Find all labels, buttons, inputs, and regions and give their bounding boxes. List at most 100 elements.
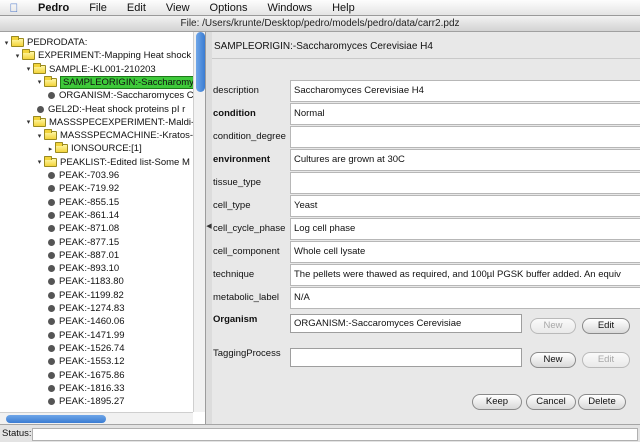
leaf-node-icon <box>48 291 55 299</box>
detail-pane: SAMPLEORIGIN:-Saccharomyces Cerevisiae H… <box>212 32 640 424</box>
tree-vertical-scrollbar[interactable] <box>193 32 205 412</box>
leaf-node-icon <box>48 211 55 219</box>
tree-node-leaf[interactable]: PEAK:-703.96 <box>46 169 119 182</box>
tree-node-folder[interactable]: ▾ MASSSPECEXPERIMENT:-Maldi-T <box>24 115 200 129</box>
tree-node-leaf[interactable]: PEAK:-719.92 <box>46 182 119 195</box>
tree-node-folder[interactable]: ▾ PEDRODATA: <box>2 36 87 49</box>
tree-node-folder[interactable]: ▾ MASSSPECMACHINE:-Kratos- <box>35 129 193 142</box>
tree-node-leaf[interactable]: PEAK:-871.08 <box>46 222 119 235</box>
menu-windows[interactable]: Windows <box>257 0 322 16</box>
tagging-process-field[interactable] <box>290 348 522 367</box>
tree-node-label: PEAK:-871.08 <box>59 223 120 235</box>
tree-node-leaf[interactable]: PEAK:-1199.82 <box>46 289 124 302</box>
cell-component-field[interactable]: Whole cell lysate <box>290 241 640 263</box>
tree-node-leaf[interactable]: PEAK:-1460.06 <box>46 315 125 328</box>
delete-button[interactable]: Delete <box>578 394 626 410</box>
cancel-button[interactable]: Cancel <box>526 394 576 410</box>
collapsed-arrow-icon[interactable]: ▸ <box>46 145 55 153</box>
organism-edit-button[interactable]: Edit <box>582 318 630 334</box>
folder-icon <box>44 75 57 87</box>
field-label-condition-degree: condition_degree <box>213 131 286 142</box>
menu-help[interactable]: Help <box>322 0 365 16</box>
field-label-organism: Organism <box>213 314 258 325</box>
tree-horizontal-scrollbar[interactable] <box>0 412 193 424</box>
folder-icon <box>44 155 57 167</box>
tree-node-label: PEAK:-1816.33 <box>59 382 125 394</box>
tree-node-leaf[interactable]: ORGANISM:-Saccharomyces Ce <box>46 89 199 102</box>
expanded-arrow-icon[interactable]: ▾ <box>35 132 44 140</box>
cell-cycle-phase-field[interactable]: Log cell phase <box>290 218 640 240</box>
title-divider <box>212 58 640 59</box>
description-field[interactable]: Saccharomyces Cerevisiae H4 <box>290 80 640 102</box>
tree-node-leaf[interactable]: PEAK:-887.01 <box>46 249 119 262</box>
organism-field[interactable]: ORGANISM:-Saccaromyces Cerevisiae <box>290 314 522 333</box>
tree-node-leaf[interactable]: PEAK:-1526.74 <box>46 342 125 355</box>
field-label-tagging-process: TaggingProcess <box>213 348 281 359</box>
leaf-node-icon <box>48 172 55 179</box>
leaf-node-icon <box>48 198 55 206</box>
expanded-arrow-icon[interactable]: ▾ <box>13 52 22 60</box>
menu-view[interactable]: View <box>156 0 200 16</box>
tree-node-label: PEAK:-1526.74 <box>59 342 125 354</box>
field-label-cell-type: cell_type <box>213 200 251 211</box>
menu-file[interactable]: File <box>79 0 117 16</box>
condition-field[interactable]: Normal <box>290 103 640 125</box>
tree-node-leaf[interactable]: GEL2D:-Heat shock proteins pI r <box>35 103 185 116</box>
expanded-arrow-icon[interactable]: ▾ <box>35 158 44 166</box>
tree-node-label: PEAK:-1274.83 <box>59 303 125 314</box>
leaf-node-icon <box>48 238 55 246</box>
expanded-arrow-icon[interactable]: ▾ <box>2 39 11 47</box>
tree-node-label: GEL2D:-Heat shock proteins pI r <box>48 103 186 115</box>
tree-node-label: PEAKLIST:-Edited list-Some M <box>60 156 190 168</box>
tree-node-folder[interactable]: ▾ SAMPLE:-KL001-210203 <box>24 62 156 76</box>
tissue-type-field[interactable] <box>290 172 640 194</box>
field-label-environment: environment <box>213 154 271 165</box>
metabolic-label-field[interactable]: N/A <box>290 287 640 309</box>
organism-new-button[interactable]: New <box>530 318 576 334</box>
tree-node-leaf[interactable]: PEAK:-861.14 <box>46 209 119 222</box>
leaf-node-icon <box>48 251 55 259</box>
tree-node-label: SAMPLEORIGIN:-Saccharomyces <box>60 75 205 89</box>
keep-button[interactable]: Keep <box>472 394 522 410</box>
cell-type-field[interactable]: Yeast <box>290 195 640 217</box>
tagging-edit-button[interactable]: Edit <box>582 352 630 368</box>
tree-horizontal-scroll-thumb[interactable] <box>6 415 106 423</box>
menu-app[interactable]: Pedro <box>28 0 79 16</box>
condition-degree-field[interactable] <box>290 126 640 148</box>
tree-node-leaf[interactable]: PEAK:-1274.83 <box>46 302 125 315</box>
tree-vertical-scroll-thumb[interactable] <box>196 32 205 92</box>
status-label: Status: <box>2 428 32 439</box>
tagging-new-button[interactable]: New <box>530 352 576 368</box>
tree-node-folder[interactable]: ▾ PEAKLIST:-Edited list-Some M <box>35 155 190 169</box>
tree-node-label: PEAK:-703.96 <box>59 170 120 181</box>
tree-node-leaf[interactable]: PEAK:-877.15 <box>46 236 119 249</box>
folder-icon <box>22 49 35 61</box>
leaf-node-icon <box>48 318 55 326</box>
tree-node-folder[interactable]: ▾ EXPERIMENT:-Mapping Heat shock pro <box>13 49 205 62</box>
tree-node-leaf[interactable]: PEAK:-1471.99 <box>46 329 125 342</box>
field-label-metabolic-label: metabolic_label <box>213 292 280 303</box>
tree-node-folder[interactable]: ▾ SAMPLEORIGIN:-Saccharomyces <box>35 75 205 89</box>
tree-node-leaf[interactable]: PEAK:-1675.86 <box>46 369 125 382</box>
expanded-arrow-icon[interactable]: ▾ <box>35 78 44 86</box>
tree-node-label: IONSOURCE:[1] <box>71 143 142 155</box>
tree-node-leaf[interactable]: PEAK:-893.10 <box>46 262 119 275</box>
environment-field[interactable]: Cultures are grown at 30C <box>290 149 640 171</box>
tree-node-folder[interactable]: ▸ IONSOURCE:[1] <box>46 142 142 155</box>
expanded-arrow-icon[interactable]: ▾ <box>24 118 33 126</box>
leaf-node-icon <box>37 105 44 113</box>
expanded-arrow-icon[interactable]: ▾ <box>24 65 33 73</box>
tree-node-label: PEAK:-877.15 <box>59 236 120 248</box>
leaf-node-icon <box>48 185 55 193</box>
leaf-node-icon <box>48 371 55 379</box>
tree-node-leaf[interactable]: PEAK:-1895.27 <box>46 395 125 408</box>
technique-field[interactable]: The pellets were thawed as required, and… <box>290 264 640 286</box>
menu-options[interactable]: Options <box>200 0 258 16</box>
tree-node-leaf[interactable]: PEAK:-855.15 <box>46 196 119 209</box>
apple-menu-icon[interactable]:  <box>0 1 28 15</box>
field-label-condition: condition <box>213 108 256 119</box>
tree-node-leaf[interactable]: PEAK:-1816.33 <box>46 382 125 395</box>
menu-edit[interactable]: Edit <box>117 0 156 16</box>
tree-node-leaf[interactable]: PEAK:-1183.80 <box>46 275 124 288</box>
tree-node-leaf[interactable]: PEAK:-1553.12 <box>46 355 125 368</box>
